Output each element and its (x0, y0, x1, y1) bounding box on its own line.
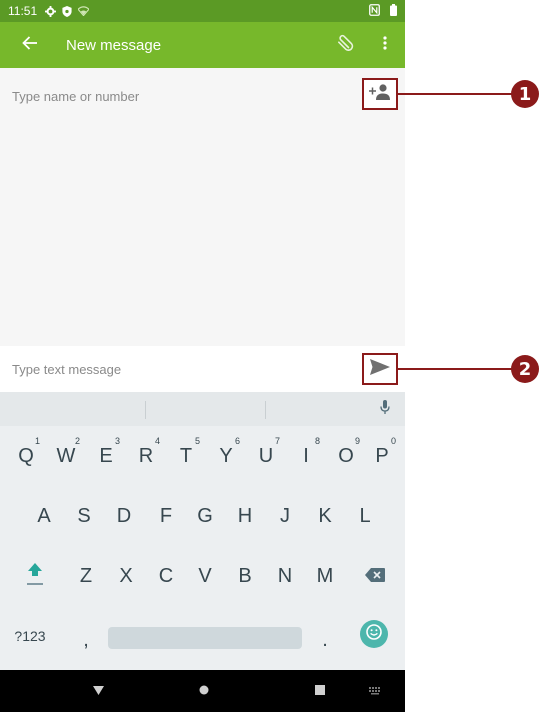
key-e[interactable]: E3 (86, 434, 126, 478)
nav-recents-button[interactable] (290, 670, 350, 712)
keyboard-row-2: A S D F G H J K L (0, 494, 405, 546)
attach-button[interactable] (325, 22, 365, 68)
app-bar: New message (0, 22, 405, 68)
key-x[interactable]: X (106, 554, 146, 598)
wifi-icon (78, 6, 90, 16)
battery-icon (390, 3, 397, 19)
on-screen-keyboard: Q1 W2 E3 R4 T5 Y6 U7 I8 O9 P0 A S D F G … (0, 392, 405, 670)
callout-badge-2: 2 (511, 355, 539, 383)
shift-arrow-icon (26, 560, 44, 592)
key-n[interactable]: N (265, 554, 305, 598)
key-w[interactable]: W2 (46, 434, 86, 478)
key-g[interactable]: G (185, 494, 225, 538)
key-a[interactable]: A (24, 494, 64, 538)
space-bar[interactable] (108, 627, 302, 649)
phone-screen: 11:51 New message Type name or number Ty… (0, 0, 405, 712)
nav-back-button[interactable] (68, 670, 128, 712)
key-m[interactable]: M (305, 554, 345, 598)
square-icon (315, 682, 325, 700)
symbols-key[interactable]: ?123 (4, 614, 56, 658)
callout-line-1 (398, 93, 514, 95)
add-contact-button[interactable] (362, 78, 398, 110)
voice-input-button[interactable] (373, 398, 397, 422)
nfc-icon (369, 3, 380, 19)
key-i[interactable]: I8 (286, 434, 326, 478)
key-b[interactable]: B (225, 554, 265, 598)
back-button[interactable] (8, 22, 52, 68)
status-time: 11:51 (8, 4, 38, 18)
period-key[interactable]: . (305, 618, 345, 662)
recipient-input[interactable] (12, 86, 342, 106)
key-c[interactable]: C (146, 554, 186, 598)
shift-key[interactable] (15, 554, 55, 598)
keyboard-row-1: Q1 W2 E3 R4 T5 Y6 U7 I8 O9 P0 (0, 434, 405, 486)
key-z[interactable]: Z (66, 554, 106, 598)
suggestion-bar (0, 392, 405, 426)
navigation-bar (0, 670, 405, 712)
key-y[interactable]: Y6 (206, 434, 246, 478)
message-compose-row (0, 346, 405, 392)
key-p[interactable]: P0 (362, 434, 402, 478)
circle-icon (199, 682, 209, 700)
key-t[interactable]: T5 (166, 434, 206, 478)
key-o[interactable]: O9 (326, 434, 366, 478)
add-contact-icon (368, 83, 392, 106)
key-u[interactable]: U7 (246, 434, 286, 478)
comma-key[interactable]: , (66, 618, 106, 662)
gear-icon (45, 5, 57, 17)
suggestion-divider (265, 401, 266, 419)
key-h[interactable]: H (225, 494, 265, 538)
paperclip-icon (335, 33, 355, 58)
key-f[interactable]: F (146, 494, 186, 538)
key-r[interactable]: R4 (126, 434, 166, 478)
key-s[interactable]: S (64, 494, 104, 538)
backspace-icon (365, 565, 385, 588)
callout-line-2 (398, 368, 514, 370)
key-l[interactable]: L (345, 494, 385, 538)
callout-badge-1: 1 (511, 80, 539, 108)
message-input[interactable] (12, 359, 342, 379)
keyboard-switch-button[interactable] (345, 670, 405, 712)
more-options-button[interactable] (365, 22, 405, 68)
page-title: New message (66, 36, 162, 54)
keyboard-row-3: Z X C V B N M (0, 554, 405, 606)
key-v[interactable]: V (185, 554, 225, 598)
keyboard-icon (369, 682, 381, 700)
suggestion-divider (145, 401, 146, 419)
emoji-button[interactable] (360, 620, 388, 648)
status-bar: 11:51 (0, 0, 405, 22)
microphone-icon (380, 400, 390, 420)
key-j[interactable]: J (265, 494, 305, 538)
backspace-key[interactable] (355, 554, 395, 598)
key-d[interactable]: D (104, 494, 144, 538)
shield-icon (62, 5, 72, 17)
send-icon (369, 358, 391, 381)
triangle-down-icon (92, 682, 104, 700)
arrow-left-icon (22, 35, 38, 55)
nav-home-button[interactable] (174, 670, 234, 712)
send-button[interactable] (362, 353, 398, 385)
more-vert-icon (383, 35, 387, 55)
recipient-area (0, 68, 405, 346)
key-q[interactable]: Q1 (6, 434, 46, 478)
smiley-icon (366, 623, 382, 645)
key-k[interactable]: K (305, 494, 345, 538)
